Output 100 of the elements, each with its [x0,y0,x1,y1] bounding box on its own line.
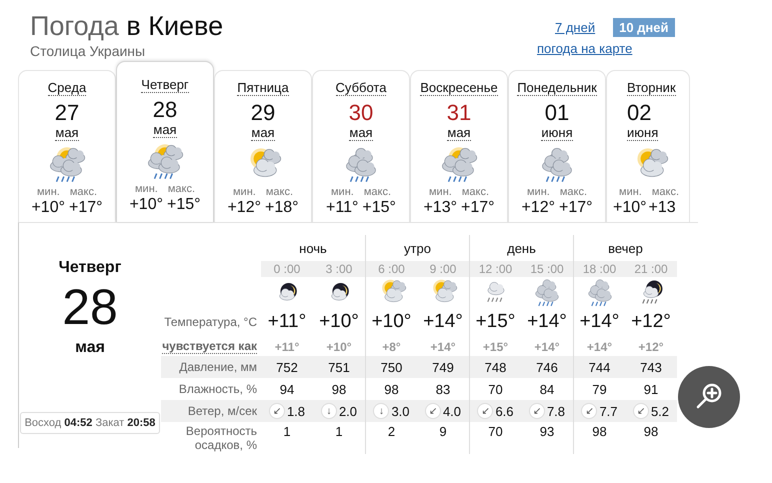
weekday-link[interactable]: Суббота [336,80,386,96]
max-label: макс. [168,183,196,195]
min-temp: +11° [326,199,358,217]
weekday-link[interactable]: Понедельник [517,80,597,96]
precipitation-value: 2 [388,424,396,439]
precipitation-value: 98 [644,424,658,439]
day-date: 02 [627,100,652,126]
wind-direction-icon: ↙ [424,403,441,419]
detail-date: 28 [62,279,118,335]
humidity-value: 98 [332,382,346,396]
detail-month: мая [75,339,105,357]
row-label: Влажность, % [178,382,257,396]
max-temp: +17° [69,199,103,217]
hour-time: 0 :00 [274,262,300,276]
pressure-value: 751 [328,360,350,374]
temperature-value: +14° [580,311,620,333]
weekday-link[interactable]: Воскресенье [420,80,498,96]
wind-direction-icon: ↙ [581,403,598,419]
max-label: макс. [266,186,294,198]
max-temp: +17° [461,199,495,217]
min-temp: +10° [129,196,163,214]
feels-like-link[interactable]: чувствуется как [162,340,257,354]
humidity-value: 70 [488,382,503,396]
map-link[interactable]: погода на карте [537,41,632,56]
hour-time: 15 :00 [530,262,564,276]
max-temp: +15° [167,196,201,214]
day-date: 27 [54,100,80,126]
day-date: 31 [446,100,472,126]
month-label: мая [251,126,275,141]
wind-value: 3.0 [391,404,410,418]
hour-time: 12 :00 [478,262,512,276]
detail-weekday: Четверг [58,259,122,277]
feels-like-value: +15° [482,340,508,354]
min-label: мин. [36,186,60,198]
max-temp: +13 [648,199,676,217]
wind-direction-icon: ↙ [632,403,649,419]
day-card[interactable]: Вторник 02 июня мин. макс. +10°+13 [606,70,690,222]
pressure-value: 750 [380,360,402,374]
wind-value: 7.8 [546,404,566,418]
range-tab[interactable]: 7 дней [549,18,602,37]
min-label: мин. [330,186,354,198]
day-card[interactable]: Воскресенье 31 мая мин. макс. +13° +17° [410,70,508,222]
day-card[interactable]: Суббота 30 мая мин. макс. +11° +15° [312,70,410,222]
sunrise-sunset: Восход 04:52 Закат 20:58 [20,412,160,434]
temperature-value: +14° [423,311,463,333]
hour-time: 18 :00 [582,262,616,276]
humidity-value: 91 [644,382,658,396]
row-label: Давление, мм [179,360,257,374]
humidity-value: 84 [540,382,554,396]
day-date: 30 [348,100,374,126]
humidity-value: 98 [384,382,399,396]
temperature-value: +14° [527,311,567,333]
feels-like-value: +8° [382,340,401,354]
feels-like-value: +10° [326,340,352,354]
max-temp: +15° [362,199,396,217]
day-card[interactable]: Пятница 29 мая мин. макс. +12° +18° [214,70,312,222]
pressure-value: 748 [484,360,506,374]
feels-like-value: +11° [274,340,300,354]
day-card[interactable]: Понедельник 01 июня мин. макс. +12° +17° [508,70,606,222]
subtitle: Столица Украины [30,43,146,59]
min-temp: +10° [613,199,647,217]
month-label: мая [153,123,177,138]
humidity-value: 94 [280,382,294,396]
precipitation-value: 9 [439,424,447,439]
pressure-value: 744 [588,360,610,374]
row-label: Температура, °С [164,315,257,329]
precipitation-value: 1 [283,424,291,439]
temperature-value: +15° [476,311,516,333]
hour-time: 6 :00 [378,262,405,276]
weekday-link[interactable]: Среда [48,80,86,96]
period-label: утро [404,240,431,256]
hour-time: 21 :00 [634,262,668,276]
precipitation-value: 70 [488,424,503,439]
max-label: макс. [70,186,98,198]
min-temp: +13° [423,199,457,217]
day-date: 01 [544,100,570,126]
min-label: мин. [526,186,550,198]
period-label: день [507,240,536,256]
wind-direction-icon: ↙ [528,403,545,419]
wind-direction-icon: ↙ [477,403,494,419]
min-temp: +12° [227,199,261,217]
hour-time: 3 :00 [326,262,352,276]
precipitation-value: 98 [592,424,607,439]
temperature-value: +10° [372,311,412,333]
weekday-link[interactable]: Вторник [627,80,676,96]
feels-like-value: +14° [534,340,560,354]
max-temp: +18° [265,199,299,217]
weekday-link[interactable]: Пятница [237,80,289,96]
month-label: июня [541,126,573,141]
max-temp: +17° [559,199,593,217]
month-label: мая [447,126,471,141]
hour-time: 9 :00 [430,262,456,276]
min-label: мин. [232,186,256,198]
max-label: макс. [462,186,490,198]
pressure-value: 743 [640,360,662,374]
weekday-link[interactable]: Четверг [141,77,189,93]
day-card[interactable]: Четверг 28 мая мин. макс. +10° +15° [116,61,214,222]
feels-like-value: +14° [586,340,612,354]
day-card[interactable]: Среда 27 мая мин. макс. +10° +17° [18,70,116,222]
wind-direction-icon: ↓ [320,403,337,419]
